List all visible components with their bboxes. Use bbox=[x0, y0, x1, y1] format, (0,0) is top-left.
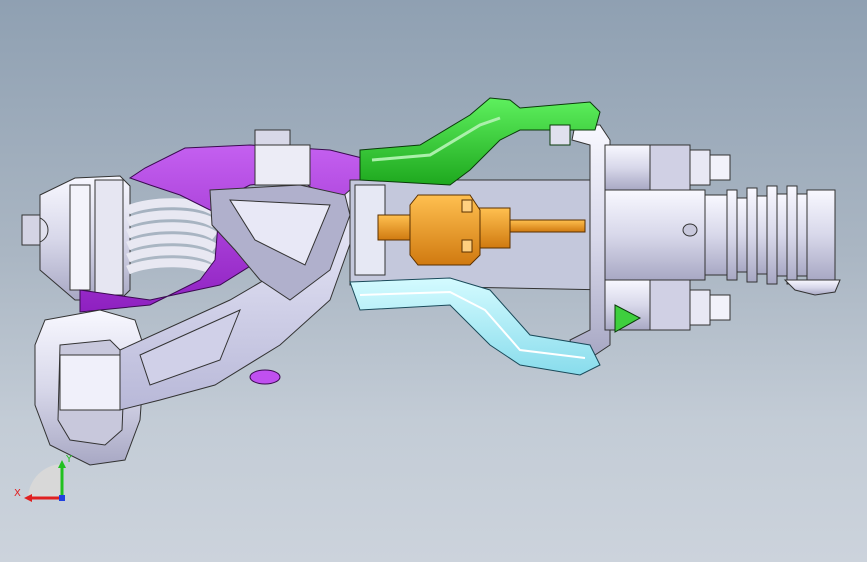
clevis-bracket[interactable] bbox=[21, 175, 131, 301]
green-bracket[interactable] bbox=[359, 97, 601, 186]
cad-viewport[interactable]: X Y bbox=[0, 0, 867, 562]
coordinate-triad: X Y bbox=[14, 454, 73, 502]
return-spring[interactable] bbox=[126, 198, 218, 276]
triad-quarter-disc bbox=[28, 464, 62, 498]
cyan-bracket[interactable] bbox=[349, 277, 601, 376]
y-axis-head bbox=[58, 460, 66, 468]
y-axis-label: Y bbox=[65, 454, 73, 465]
z-axis-origin bbox=[59, 495, 65, 501]
brake-pedal-assembly-model[interactable] bbox=[0, 0, 867, 562]
x-axis-head bbox=[24, 494, 32, 502]
x-axis-label: X bbox=[14, 488, 21, 499]
booster-bellows[interactable] bbox=[704, 185, 841, 296]
